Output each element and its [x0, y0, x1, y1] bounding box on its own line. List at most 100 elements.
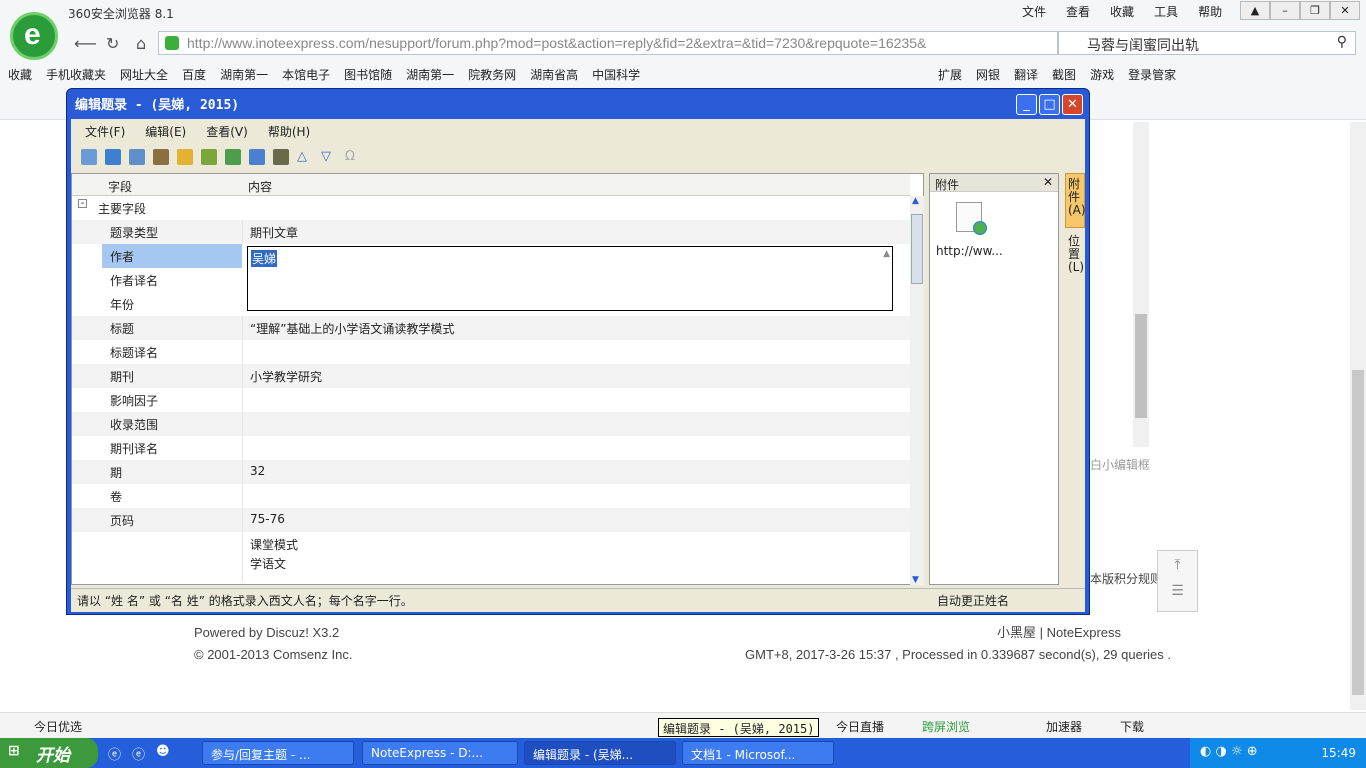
task-word[interactable]: 文档1 - Microsof... — [682, 741, 834, 765]
page-scrollbar[interactable] — [1350, 122, 1366, 710]
menu-tools[interactable]: 工具 — [1154, 3, 1178, 20]
dialog-menu-edit[interactable]: 编辑(E) — [145, 123, 186, 140]
refresh-icon[interactable]: ↻ — [106, 34, 119, 53]
field-value[interactable]: “理解”基础上的小学语文诵读教学模式 — [250, 320, 454, 337]
search-icon[interactable]: ⚲ — [1337, 34, 1347, 50]
author-edit-box[interactable]: 吴娣 ▲ — [247, 246, 893, 311]
field-value[interactable]: 75-76 — [250, 512, 285, 526]
save-copy-icon[interactable] — [129, 149, 145, 165]
down-arrow-icon[interactable]: ▽ — [321, 149, 337, 165]
editor-scrollbar[interactable] — [1133, 122, 1149, 447]
bookmark-item[interactable]: 手机收藏夹 — [46, 66, 106, 83]
table-row[interactable]: 收录范围 — [72, 412, 910, 436]
back-to-top-icon[interactable]: ⤒ — [1158, 557, 1197, 573]
address-url[interactable]: http://www.inoteexpress.com/nesupport/fo… — [187, 35, 926, 51]
save-icon[interactable] — [105, 149, 121, 165]
field-value[interactable]: 32 — [250, 464, 265, 478]
chart-icon[interactable] — [201, 149, 217, 165]
grid-icon[interactable] — [225, 149, 241, 165]
task-browser[interactable]: 参与/回复主题 - ... — [202, 741, 354, 765]
accelerator-button[interactable]: 加速器 — [1046, 718, 1082, 735]
menu-file[interactable]: 文件 — [1022, 3, 1046, 20]
table-row[interactable]: 期 32 — [72, 460, 910, 484]
netbank-button[interactable]: 网银 — [976, 66, 1000, 83]
rules-link[interactable]: 本版积分规则 — [1090, 570, 1162, 587]
print-icon[interactable] — [153, 149, 169, 165]
menu-help[interactable]: 帮助 — [1198, 3, 1222, 20]
table-row[interactable]: 卷 — [72, 484, 910, 508]
dialog-minimize-button[interactable]: _ — [1016, 94, 1037, 115]
table-row[interactable]: 页码 75-76 — [72, 508, 910, 532]
menu-favorites[interactable]: 收藏 — [1110, 3, 1134, 20]
download-button[interactable]: 下载 — [1120, 718, 1144, 735]
grid-scrollbar[interactable]: ▲ ▼ — [910, 196, 924, 585]
tab-attachments[interactable]: 附件(A) — [1065, 173, 1086, 228]
field-value[interactable]: 课堂模式 学语文 — [250, 536, 298, 574]
games-button[interactable]: 游戏 — [1090, 66, 1114, 83]
bookmark-item[interactable]: 图书馆随 — [344, 66, 392, 83]
footer-links[interactable]: 小黑屋 | NoteExpress — [745, 622, 1171, 644]
login-manager-button[interactable]: 登录管家 — [1128, 66, 1176, 83]
cross-screen-button[interactable]: 跨屏浏览 — [922, 718, 970, 735]
skin-icon[interactable]: ▲ — [1240, 1, 1270, 20]
translate-button[interactable]: 翻译 — [1014, 66, 1038, 83]
bookmark-item[interactable]: 院教务网 — [468, 66, 516, 83]
dialog-close-button[interactable]: ✕ — [1062, 94, 1083, 115]
close-button[interactable]: ✕ — [1330, 1, 1360, 20]
start-button[interactable]: ⊞ 开始 — [0, 738, 98, 768]
search-input[interactable]: 马蓉与闺蜜同出轨 — [1087, 35, 1199, 55]
list-icon[interactable]: ☰ — [1158, 583, 1197, 599]
author-input-value[interactable]: 吴娣 — [251, 250, 278, 267]
dialog-menu-help[interactable]: 帮助(H) — [268, 123, 310, 140]
qq-icon[interactable]: ☻ — [156, 744, 170, 759]
bookmark-item[interactable]: 湖南第一 — [220, 66, 268, 83]
ie-icon[interactable]: ⓔ — [108, 744, 121, 763]
group-row[interactable]: - 主要字段 — [72, 196, 910, 220]
omega-icon[interactable]: Ω — [345, 149, 361, 165]
dialog-maximize-button[interactable]: □ — [1039, 94, 1060, 115]
live-button[interactable]: 今日直播 — [836, 718, 884, 735]
menu-view[interactable]: 查看 — [1066, 3, 1090, 20]
tray-icons[interactable]: ◐ ◑ ☼ ⊕ — [1200, 744, 1258, 759]
bookmark-item[interactable]: 收藏 — [8, 66, 32, 83]
extensions-button[interactable]: 扩展 — [938, 66, 962, 83]
table-row[interactable]: 题录类型 期刊文章 — [72, 220, 910, 244]
web-link-icon[interactable] — [956, 202, 987, 235]
bookmark-item[interactable]: 中国科学 — [592, 66, 640, 83]
task-noteexpress[interactable]: NoteExpress - D:... — [362, 741, 518, 765]
back-icon[interactable]: ⟵ — [74, 34, 97, 53]
up-arrow-icon[interactable]: △ — [297, 149, 313, 165]
auto-correct-name[interactable]: 自动更正姓名 — [937, 592, 1009, 609]
collapse-icon[interactable]: - — [78, 199, 87, 209]
table-row[interactable]: 期刊译名 — [72, 436, 910, 460]
browser-quicklaunch-icon[interactable]: ⓔ — [132, 744, 145, 763]
dialog-menu-view[interactable]: 查看(V) — [206, 123, 248, 140]
edit-scroll-up-icon[interactable]: ▲ — [883, 249, 890, 259]
bookmark-item[interactable]: 湖南省高 — [530, 66, 578, 83]
scroll-up-icon[interactable]: ▲ — [912, 196, 919, 206]
clock[interactable]: 15:49 — [1321, 746, 1356, 760]
home-icon[interactable]: ⌂ — [136, 34, 146, 53]
field-value[interactable]: 小学教学研究 — [250, 368, 322, 385]
tab-location[interactable]: 位置(L) — [1065, 231, 1085, 281]
import-icon[interactable] — [273, 149, 289, 165]
attachment-close-icon[interactable]: ✕ — [1043, 175, 1053, 189]
edit-icon[interactable] — [177, 149, 193, 165]
field-value[interactable]: 期刊文章 — [250, 224, 298, 241]
scroll-down-icon[interactable]: ▼ — [912, 575, 919, 585]
table-row[interactable]: 标题 “理解”基础上的小学语文诵读教学模式 — [72, 316, 910, 340]
table-row[interactable]: 期刊 小学教学研究 — [72, 364, 910, 388]
attachment-link[interactable]: http://ww... — [936, 244, 1003, 258]
address-bar[interactable]: http://www.inoteexpress.com/nesupport/fo… — [158, 31, 1058, 55]
bookmark-item[interactable]: 湖南第一 — [406, 66, 454, 83]
task-edit-reference[interactable]: 编辑题录 - (吴娣... — [524, 741, 676, 765]
table-row[interactable]: 课堂模式 学语文 — [72, 532, 910, 582]
table-row[interactable]: 标题译名 — [72, 340, 910, 364]
maximize-button[interactable]: ❐ — [1300, 1, 1330, 20]
new-icon[interactable] — [81, 149, 97, 165]
grid-scroll-thumb[interactable] — [911, 214, 923, 284]
bookmark-item[interactable]: 网址大全 — [120, 66, 168, 83]
today-picks[interactable]: 今日优选 — [34, 718, 82, 735]
bookmark-item[interactable]: 百度 — [182, 66, 206, 83]
pin-icon[interactable] — [249, 149, 265, 165]
